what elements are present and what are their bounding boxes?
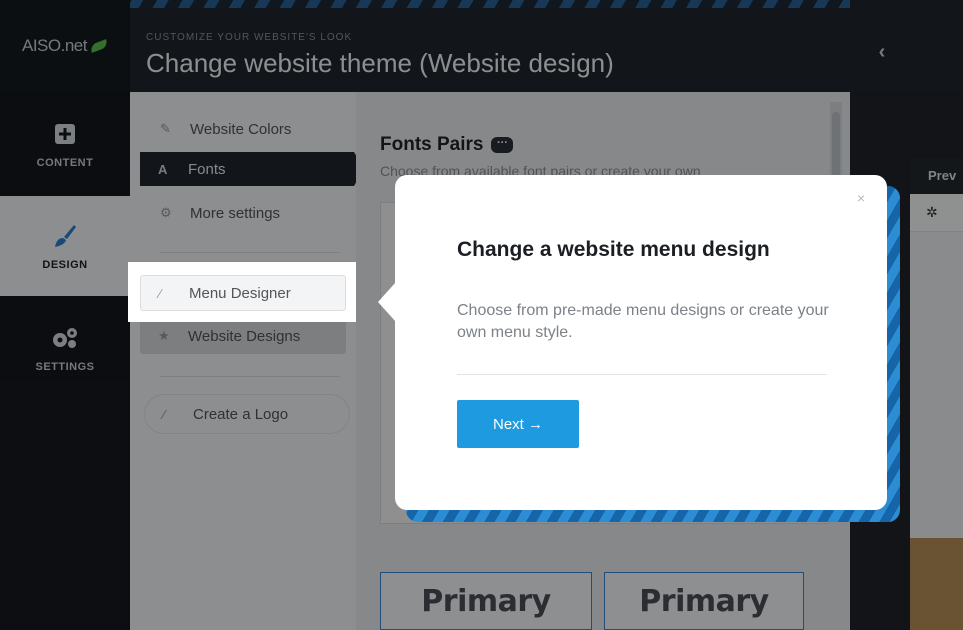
leaf-icon (89, 39, 109, 53)
submenu-item-website-designs[interactable]: ★ Website Designs (140, 318, 346, 354)
close-icon[interactable]: × (857, 190, 865, 206)
snowflake-icon: ✲ (926, 204, 938, 220)
popover-description: Choose from pre-made menu designs or cre… (457, 302, 829, 341)
highlighted-label: Menu Designer (189, 284, 291, 302)
logo-text: AISO.net (22, 36, 87, 55)
submenu-item-fonts[interactable]: A Fonts (140, 152, 364, 186)
preview-menu-bar: ✲ (910, 194, 963, 232)
sidebar-item-design[interactable]: DESIGN (0, 196, 130, 296)
submenu-item-label: More settings (190, 204, 281, 222)
star-icon: ★ (158, 328, 170, 343)
highlighted-menu-designer[interactable]: ⁄ Menu Designer (140, 275, 346, 311)
gears-icon (50, 323, 80, 353)
page-subtitle: CUSTOMIZE YOUR WEBSITE'S LOOK (146, 32, 353, 43)
submenu-item-label: Create a Logo (193, 405, 289, 423)
submenu-item-website-colors[interactable]: ✎ Website Colors (142, 112, 342, 146)
magic-wand-icon: ⁄ (163, 406, 166, 422)
divider (457, 374, 827, 375)
header: AISO.net CUSTOMIZE YOUR WEBSITE'S LOOK C… (0, 0, 963, 92)
popover-title: Change a website menu design (457, 238, 770, 261)
page-title: Change website theme (Website design) (146, 48, 614, 78)
font-pair-option[interactable]: Primary (604, 572, 804, 630)
design-submenu: ✎ Website Colors A Fonts ⚙ More settings… (130, 92, 364, 630)
preview-tab[interactable]: Prev (910, 158, 963, 194)
popover-arrow (378, 282, 396, 322)
preview-footer (910, 538, 963, 630)
brush-icon (50, 221, 80, 251)
header-stripe (130, 0, 850, 8)
logo[interactable]: AISO.net (0, 0, 130, 92)
app-window: AISO.net CUSTOMIZE YOUR WEBSITE'S LOOK C… (0, 0, 963, 630)
next-button[interactable]: Next → (457, 400, 579, 448)
submenu-item-more-settings[interactable]: ⚙ More settings (142, 196, 342, 230)
submenu-item-label: Website Colors (190, 120, 292, 138)
sidebar-item-settings[interactable]: SETTINGS (0, 296, 130, 400)
sidebar-nav: CONTENT DESIGN SETTINGS (0, 92, 130, 630)
submenu-item-create-logo[interactable]: ⁄ Create a Logo (144, 394, 350, 434)
chevron-left-icon: ‹ (878, 40, 886, 63)
collapse-button[interactable]: ‹ (850, 12, 914, 92)
submenu-item-label: Fonts (188, 160, 226, 178)
section-heading: Fonts Pairs ··· (380, 134, 514, 156)
sidebar-item-content[interactable]: CONTENT (0, 92, 130, 196)
submenu-item-label: Website Designs (188, 327, 301, 345)
brush-icon: ✎ (160, 121, 171, 136)
sidebar-item-label: CONTENT (36, 157, 94, 169)
divider (160, 376, 340, 377)
section-heading-text: Fonts Pairs (380, 134, 484, 155)
font-icon: A (158, 161, 168, 177)
plus-square-icon (50, 119, 80, 149)
gears-icon: ⚙ (160, 205, 172, 220)
preview-panel: Prev ✲ (910, 158, 963, 630)
sidebar-item-label: DESIGN (42, 259, 88, 271)
magic-wand-icon: ⁄ (159, 285, 162, 301)
more-icon[interactable]: ··· (491, 136, 514, 153)
font-pair-option[interactable]: Primary (380, 572, 592, 630)
divider (160, 252, 340, 253)
sidebar-item-label: SETTINGS (35, 361, 95, 373)
